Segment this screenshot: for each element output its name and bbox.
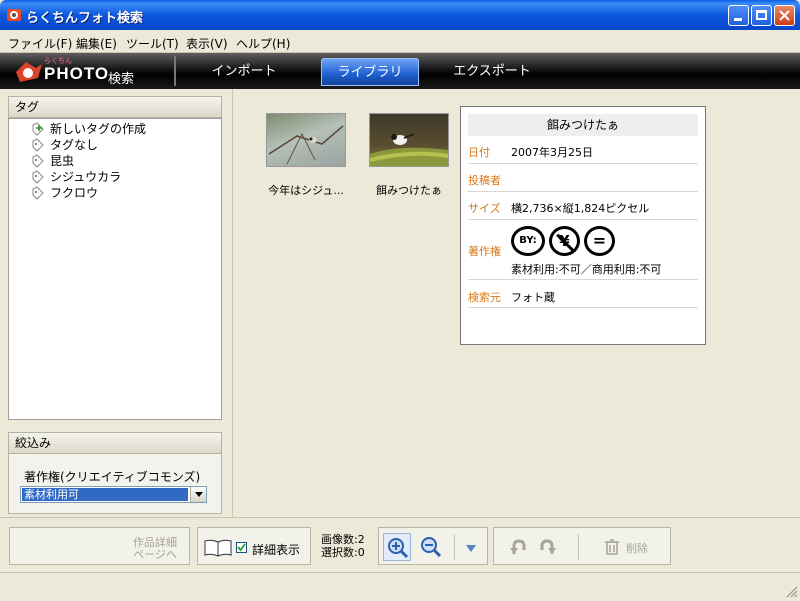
logo-main-text: PHOTO bbox=[44, 64, 110, 83]
zoom-out-button[interactable] bbox=[417, 533, 445, 561]
zoom-in-icon bbox=[388, 538, 409, 559]
tab-import[interactable]: インポート bbox=[196, 58, 292, 86]
size-label: サイズ bbox=[468, 202, 501, 215]
delete-button[interactable]: 削除 bbox=[604, 537, 664, 557]
add-tag-icon bbox=[32, 122, 44, 136]
divider bbox=[468, 307, 698, 308]
divider bbox=[468, 279, 698, 280]
redo-icon bbox=[540, 539, 556, 554]
dropdown-button[interactable] bbox=[190, 487, 206, 502]
maximize-button[interactable] bbox=[751, 5, 772, 26]
logo-suffix-text: 検索 bbox=[108, 72, 135, 87]
app-logo: らくちん PHOTO 検索 bbox=[14, 56, 154, 88]
tag-item-label: タグなし bbox=[50, 138, 99, 152]
triangle-down-icon bbox=[466, 545, 476, 552]
photo-label: 今年はシジュ... bbox=[268, 184, 344, 197]
detail-view-label: 詳細表示 bbox=[252, 543, 301, 557]
divider bbox=[468, 219, 698, 220]
tag-item-label: 昆虫 bbox=[50, 154, 75, 168]
source-value: フォト蔵 bbox=[511, 291, 555, 304]
chevron-down-icon bbox=[195, 492, 203, 497]
tag-item-label: 新しいタグの作成 bbox=[50, 122, 147, 136]
minimize-icon bbox=[734, 18, 742, 21]
photo-label: 餌みつけたぁ bbox=[376, 184, 442, 197]
trash-icon bbox=[605, 539, 619, 555]
tab-library[interactable]: ライブラリ bbox=[321, 58, 419, 86]
minimize-button[interactable] bbox=[728, 5, 749, 26]
mossy-log-bird-image bbox=[369, 133, 449, 166]
divider bbox=[468, 163, 698, 164]
camera-logo-icon bbox=[16, 62, 42, 82]
cc-noncommercial-icon: ¥ bbox=[549, 226, 580, 256]
menu-edit[interactable]: 編集(E) bbox=[76, 35, 117, 52]
tag-icon bbox=[32, 154, 44, 168]
work-detail-label: 作品詳細 ページへ bbox=[133, 537, 177, 561]
poster-label: 投稿者 bbox=[468, 174, 501, 187]
branch-bird-image bbox=[268, 125, 344, 165]
menu-view[interactable]: 表示(V) bbox=[186, 35, 228, 52]
undo-icon bbox=[510, 539, 526, 554]
copyright-label: 著作権 bbox=[468, 245, 501, 258]
photo-thumbnail[interactable] bbox=[369, 113, 449, 167]
status-bar bbox=[0, 572, 800, 601]
license-filter-value: 素材利用可 bbox=[22, 488, 188, 501]
delete-label: 削除 bbox=[626, 542, 648, 555]
size-value: 横2,736×縦1,824ピクセル bbox=[511, 202, 650, 215]
work-detail-line2: ページへ bbox=[133, 548, 177, 561]
divider bbox=[468, 191, 698, 192]
copyright-text: 素材利用:不可／商用利用:不可 bbox=[511, 263, 662, 276]
count-display: 画像数:2 選択数:0 bbox=[321, 533, 365, 559]
filter-label: 著作権(クリエイティブコモンズ) bbox=[24, 470, 201, 484]
maximize-icon bbox=[756, 10, 767, 20]
license-filter-select[interactable]: 素材利用可 bbox=[20, 486, 207, 503]
filter-panel-header: 絞込み bbox=[8, 432, 222, 454]
close-icon bbox=[779, 10, 790, 21]
menu-help[interactable]: ヘルプ(H) bbox=[236, 35, 290, 52]
photo-detail-card bbox=[460, 106, 706, 345]
detail-view-checkbox[interactable] bbox=[236, 542, 247, 553]
resize-grip-icon[interactable] bbox=[784, 584, 798, 598]
tag-item-label: フクロウ bbox=[50, 186, 99, 200]
zoom-group bbox=[378, 527, 488, 565]
image-count: 画像数:2 bbox=[321, 533, 365, 546]
zoom-in-button[interactable] bbox=[383, 533, 411, 561]
detail-view-group: 詳細表示 bbox=[197, 527, 311, 565]
selected-count: 選択数:0 bbox=[321, 546, 365, 559]
checkmark-icon bbox=[237, 543, 246, 552]
divider bbox=[578, 534, 579, 560]
tag-item-label: シジュウカラ bbox=[50, 170, 122, 184]
app-icon bbox=[7, 9, 21, 21]
window-title: らくちんフォト検索 bbox=[26, 11, 144, 26]
divider bbox=[454, 534, 455, 560]
work-detail-button[interactable]: 作品詳細 ページへ bbox=[9, 527, 190, 565]
undo-button[interactable] bbox=[508, 538, 528, 556]
date-label: 日付 bbox=[468, 146, 490, 159]
menu-file[interactable]: ファイル(F) bbox=[8, 35, 72, 52]
detail-title: 餌みつけたぁ bbox=[468, 114, 698, 136]
date-value: 2007年3月25日 bbox=[511, 146, 593, 159]
source-label: 検索元 bbox=[468, 291, 501, 304]
tag-panel-header: タグ bbox=[8, 96, 222, 118]
tag-icon bbox=[32, 138, 44, 152]
photo-thumbnail[interactable] bbox=[266, 113, 346, 167]
book-icon bbox=[204, 539, 232, 557]
cc-by-icon: BY: bbox=[511, 226, 545, 256]
tab-export[interactable]: エクスポート bbox=[444, 58, 540, 86]
filter-down-button[interactable] bbox=[461, 537, 481, 557]
edit-group: 削除 bbox=[493, 527, 671, 565]
zoom-out-icon bbox=[421, 537, 442, 558]
close-button[interactable] bbox=[774, 5, 795, 26]
menu-bar bbox=[0, 30, 800, 53]
tag-icon bbox=[32, 186, 44, 200]
nav-divider bbox=[174, 56, 176, 86]
tag-icon bbox=[32, 170, 44, 184]
menu-tools[interactable]: ツール(T) bbox=[126, 35, 179, 52]
cc-no-derivatives-icon: = bbox=[584, 226, 615, 256]
redo-button[interactable] bbox=[538, 538, 558, 556]
